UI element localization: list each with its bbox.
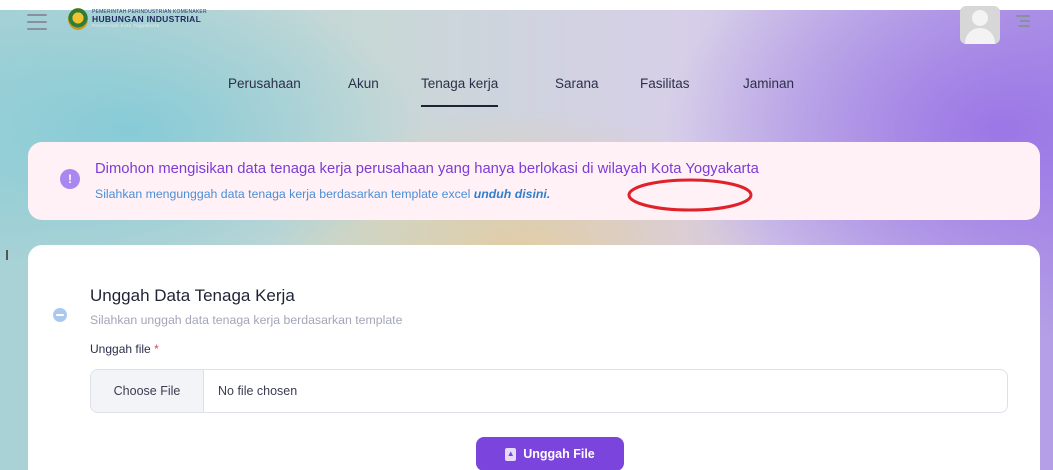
field-label-text: Unggah file [90, 342, 151, 356]
choose-file-button[interactable]: Choose File [91, 370, 204, 412]
upload-button-label: Unggah File [523, 447, 595, 461]
upload-field-label: Unggah file * [90, 342, 159, 356]
section-subtitle: Silahkan unggah data tenaga kerja berdas… [90, 313, 403, 327]
menu-lines-icon[interactable] [1016, 15, 1030, 27]
upload-card: Unggah Data Tenaga Kerja Silahkan unggah… [28, 245, 1040, 470]
exclamation-icon: ! [60, 169, 80, 189]
file-input[interactable]: Choose File No file chosen [90, 369, 1008, 413]
user-avatar[interactable] [960, 6, 1000, 44]
alert-note: Silahkan mengunggah data tenaga kerja be… [95, 187, 550, 201]
collapse-minus-icon[interactable] [53, 308, 67, 322]
section-title: Unggah Data Tenaga Kerja [90, 286, 295, 305]
tab-akun[interactable]: Akun [348, 76, 379, 95]
tab-bar: Perusahaan Akun Tenaga kerja Sarana Fasi… [0, 76, 1053, 107]
emblem-icon [68, 8, 88, 30]
upload-icon: ▲ [505, 447, 517, 461]
tab-fasilitas[interactable]: Fasilitas [640, 76, 690, 95]
divider-mark [6, 250, 8, 260]
download-template-link[interactable]: unduh disini. [474, 187, 551, 201]
alert-note-text: Silahkan mengunggah data tenaga kerja be… [95, 187, 471, 201]
tab-perusahaan[interactable]: Perusahaan [228, 76, 301, 95]
alert-message: Dimohon mengisikan data tenaga kerja per… [95, 161, 759, 177]
file-status-text: No file chosen [218, 384, 298, 398]
required-asterisk: * [154, 342, 159, 356]
tab-tenaga-kerja[interactable]: Tenaga kerja [421, 76, 499, 107]
info-alert: ! Dimohon mengisikan data tenaga kerja p… [28, 142, 1040, 220]
hamburger-menu-icon[interactable] [27, 14, 47, 30]
tab-sarana[interactable]: Sarana [555, 76, 599, 95]
logo-subtitle: Pemerintah Kota Yogyakarta [92, 22, 160, 28]
tab-jaminan[interactable]: Jaminan [743, 76, 794, 95]
red-annotation-circle [627, 178, 753, 212]
upload-file-button[interactable]: ▲ Unggah File [476, 437, 624, 470]
app-logo[interactable]: PEMERINTAH PERINDUSTRIAN KOMENAKER HUBUN… [68, 8, 207, 30]
